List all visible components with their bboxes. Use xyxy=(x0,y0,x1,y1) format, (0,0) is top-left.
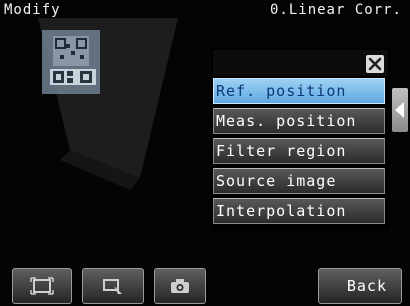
zoom-select-button[interactable] xyxy=(82,268,144,304)
zoom-select-icon xyxy=(103,279,122,294)
menu-item-ref-position[interactable]: Ref. position xyxy=(213,78,385,104)
menu-item-meas-position[interactable]: Meas. position xyxy=(213,108,385,134)
fit-frame-icon xyxy=(30,277,54,295)
modify-menu: Ref. position Meas. position Filter regi… xyxy=(211,48,390,230)
collapse-menu-button[interactable] xyxy=(392,88,408,132)
menu-header xyxy=(213,50,388,76)
close-icon xyxy=(368,57,382,71)
chevron-left-icon xyxy=(395,102,404,118)
menu-item-source-image[interactable]: Source image xyxy=(213,168,385,194)
qr-code-target xyxy=(42,30,100,94)
close-button[interactable] xyxy=(366,55,384,73)
camera-icon xyxy=(171,279,189,293)
back-button[interactable]: Back xyxy=(318,268,402,304)
menu-item-interpolation[interactable]: Interpolation xyxy=(213,198,385,224)
menu-item-filter-region[interactable]: Filter region xyxy=(213,138,385,164)
capture-image-button[interactable] xyxy=(154,268,206,304)
fit-frame-button[interactable] xyxy=(12,268,72,304)
screen-title: Modify xyxy=(4,2,61,18)
processing-item-name: 0.Linear Corr. xyxy=(269,2,402,18)
